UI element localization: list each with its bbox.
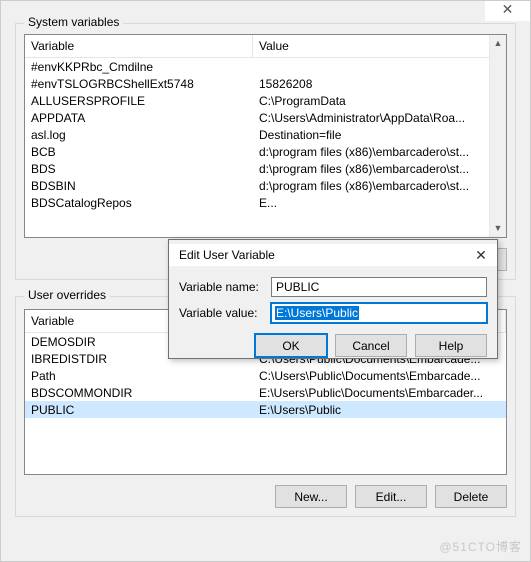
cell-value: Destination=file: [253, 127, 506, 143]
variable-name-input[interactable]: [271, 277, 487, 297]
system-variables-list[interactable]: Variable Value #envKKPRbc_Cmdilne#envTSL…: [24, 34, 507, 238]
close-icon: ✕: [502, 1, 514, 17]
scroll-up-icon[interactable]: ▲: [490, 35, 506, 52]
watermark: @51CTO博客: [439, 538, 522, 555]
cell-value: E...: [253, 195, 506, 211]
table-row[interactable]: PUBLICE:\Users\Public: [25, 401, 506, 418]
cell-value: E:\Users\Public: [253, 402, 506, 418]
help-button[interactable]: Help: [415, 334, 487, 357]
cell-value: [253, 66, 506, 68]
system-col-value[interactable]: Value: [253, 35, 506, 57]
cell-variable: ALLUSERSPROFILE: [25, 93, 253, 109]
window-close-button[interactable]: ✕: [485, 1, 530, 21]
cell-value: C:\ProgramData: [253, 93, 506, 109]
table-row[interactable]: PathC:\Users\Public\Documents\Embarcade.…: [25, 367, 506, 384]
dialog-title: Edit User Variable: [179, 248, 275, 262]
table-row[interactable]: BCBd:\program files (x86)\embarcadero\st…: [25, 143, 506, 160]
cell-value: d:\program files (x86)\embarcadero\st...: [253, 144, 506, 160]
cell-variable: BDSBIN: [25, 178, 253, 194]
cell-variable: asl.log: [25, 127, 253, 143]
table-row[interactable]: #envKKPRbc_Cmdilne: [25, 58, 506, 75]
system-variables-legend: System variables: [24, 15, 123, 29]
variable-value-label: Variable value:: [179, 306, 271, 320]
cell-value: C:\Users\Public\Documents\Embarcade...: [253, 368, 506, 384]
ok-button[interactable]: OK: [255, 334, 327, 357]
table-row[interactable]: #envTSLOGRBCShellExt574815826208: [25, 75, 506, 92]
cell-variable: BDSCOMMONDIR: [25, 385, 253, 401]
delete-button[interactable]: Delete: [435, 485, 507, 508]
dialog-titlebar[interactable]: Edit User Variable ✕: [169, 244, 497, 266]
cell-variable: #envKKPRbc_Cmdilne: [25, 59, 253, 75]
edit-user-variable-dialog: Edit User Variable ✕ Variable name: Vari…: [168, 239, 498, 359]
cell-variable: Path: [25, 368, 253, 384]
user-overrides-legend: User overrides: [24, 288, 110, 302]
edit-button[interactable]: Edit...: [355, 485, 427, 508]
cell-variable: PUBLIC: [25, 402, 253, 418]
table-row[interactable]: BDSBINd:\program files (x86)\embarcadero…: [25, 177, 506, 194]
table-row[interactable]: asl.logDestination=file: [25, 126, 506, 143]
environment-variables-window: ✕ System variables Variable Value #envKK…: [0, 0, 531, 562]
cell-value: d:\program files (x86)\embarcadero\st...: [253, 161, 506, 177]
cell-value: C:\Users\Administrator\AppData\Roa...: [253, 110, 506, 126]
table-row[interactable]: BDSd:\program files (x86)\embarcadero\st…: [25, 160, 506, 177]
cell-value: d:\program files (x86)\embarcadero\st...: [253, 178, 506, 194]
system-scrollbar[interactable]: ▲ ▼: [489, 35, 506, 237]
dialog-close-button[interactable]: ✕: [471, 247, 491, 264]
new-button[interactable]: New...: [275, 485, 347, 508]
cell-value: 15826208: [253, 76, 506, 92]
table-row[interactable]: APPDATAC:\Users\Administrator\AppData\Ro…: [25, 109, 506, 126]
table-row[interactable]: BDSCatalogReposE...: [25, 194, 506, 211]
system-col-variable[interactable]: Variable: [25, 35, 253, 57]
cell-variable: BDSCatalogRepos: [25, 195, 253, 211]
cell-variable: BDS: [25, 161, 253, 177]
cell-variable: #envTSLOGRBCShellExt5748: [25, 76, 253, 92]
cancel-button[interactable]: Cancel: [335, 334, 407, 357]
table-row[interactable]: ALLUSERSPROFILEC:\ProgramData: [25, 92, 506, 109]
variable-name-label: Variable name:: [179, 280, 271, 294]
cell-variable: BCB: [25, 144, 253, 160]
scroll-down-icon[interactable]: ▼: [490, 220, 506, 237]
cell-variable: APPDATA: [25, 110, 253, 126]
cell-value: E:\Users\Public\Documents\Embarcader...: [253, 385, 506, 401]
variable-value-selection: E:\Users\Public: [275, 306, 359, 320]
table-row[interactable]: BDSCOMMONDIRE:\Users\Public\Documents\Em…: [25, 384, 506, 401]
system-list-header: Variable Value: [25, 35, 506, 58]
